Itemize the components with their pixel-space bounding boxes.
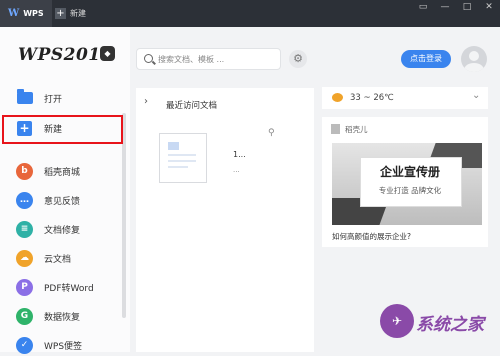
recent-doc-title[interactable]: 1... bbox=[233, 150, 246, 159]
note-icon: ✓ bbox=[16, 336, 33, 354]
sidebar-item-label: 数据恢复 bbox=[44, 312, 81, 323]
chevron-right-icon[interactable]: › bbox=[144, 96, 148, 107]
plus-icon: + bbox=[55, 8, 66, 19]
watermark: ✈ 系统之家 bbox=[380, 300, 490, 342]
restore-window-button[interactable]: ▭ bbox=[412, 0, 434, 15]
sidebar-item-label: 意见反馈 bbox=[44, 196, 81, 207]
pin-icon[interactable]: ⚲ bbox=[268, 128, 275, 138]
login-button[interactable]: 点击登录 bbox=[401, 50, 451, 68]
news-caption[interactable]: 如何高颜值的展示企业? bbox=[332, 231, 411, 242]
watermark-text: 系统之家 bbox=[416, 315, 484, 335]
search-placeholder: 搜索文档、模板 ... bbox=[158, 55, 225, 64]
banner-subtitle: 专业打造 品牌文化 bbox=[378, 186, 442, 195]
shop-icon: b bbox=[16, 162, 33, 180]
thumb-line bbox=[168, 166, 188, 168]
title-bar: W WPS + 新建 ▭ — □ ✕ bbox=[0, 0, 500, 27]
avatar[interactable] bbox=[461, 46, 487, 72]
sidebar-item-wps-note[interactable]: ✓ WPS便签 bbox=[0, 334, 128, 356]
cloud-icon: ☁ bbox=[16, 249, 33, 267]
weather-widget[interactable]: 33 ~ 26℃ ⌄ bbox=[322, 87, 488, 109]
watermark-logo-icon: ✈ bbox=[380, 304, 414, 338]
sidebar-item-label: WPS便签 bbox=[44, 341, 83, 352]
sidebar-item-label: 打开 bbox=[44, 94, 63, 105]
sidebar-item-shop[interactable]: b 稻壳商城 bbox=[0, 160, 128, 182]
tab-new[interactable]: + 新建 bbox=[55, 0, 86, 27]
tab-wps-home[interactable]: W WPS bbox=[0, 0, 52, 27]
recent-documents-panel: › 最近访问文档 ⚲ 1... ... bbox=[136, 88, 314, 352]
tab-label: WPS bbox=[23, 9, 44, 18]
news-source: 稻壳儿 bbox=[345, 125, 368, 134]
new-item-highlight bbox=[2, 115, 123, 144]
maximize-button[interactable]: □ bbox=[456, 0, 478, 15]
document-thumbnail[interactable] bbox=[159, 133, 207, 183]
news-banner-image[interactable]: 企业宣传册 专业打造 品牌文化 bbox=[332, 143, 482, 225]
sidebar-item-feedback[interactable]: … 意见反馈 bbox=[0, 189, 128, 211]
wps2019-logo: WPS2019 bbox=[18, 45, 113, 65]
sidebar-item-label: 稻壳商城 bbox=[44, 167, 81, 178]
pdf-convert-icon: P bbox=[16, 278, 33, 296]
weather-temperature: 33 ~ 26℃ bbox=[350, 93, 394, 103]
chevron-down-icon[interactable]: ⌄ bbox=[472, 90, 480, 101]
sidebar-item-open[interactable]: 打开 bbox=[0, 87, 128, 109]
sidebar-item-label: 文档修复 bbox=[44, 225, 81, 236]
sidebar-item-label: 云文档 bbox=[44, 254, 72, 265]
search-icon bbox=[144, 54, 153, 63]
thumb-line bbox=[168, 160, 196, 162]
tab-new-label: 新建 bbox=[70, 9, 86, 18]
wps-logo-icon: W bbox=[8, 8, 20, 19]
sidebar-item-pdf-to-word[interactable]: P PDF转Word bbox=[0, 276, 128, 298]
avatar-head-icon bbox=[469, 51, 479, 61]
source-icon bbox=[331, 124, 340, 134]
sidebar-item-cloud[interactable]: ☁ 云文档 bbox=[0, 247, 128, 269]
close-button[interactable]: ✕ bbox=[478, 0, 500, 15]
banner-title: 企业宣传册 bbox=[379, 165, 440, 179]
thumb-line bbox=[168, 154, 196, 156]
recover-icon: G bbox=[16, 307, 33, 325]
sidebar-item-data-recovery[interactable]: G 数据恢复 bbox=[0, 305, 128, 327]
thumb-block bbox=[168, 142, 179, 150]
weather-icon bbox=[332, 93, 343, 102]
logo-badge-icon: ◆ bbox=[100, 46, 115, 61]
recent-doc-meta: ... bbox=[233, 166, 240, 174]
sidebar-item-label: PDF转Word bbox=[44, 283, 94, 294]
sidebar-item-repair[interactable]: ≡ 文档修复 bbox=[0, 218, 128, 240]
avatar-body-icon bbox=[464, 63, 484, 72]
search-input[interactable]: 搜索文档、模板 ... bbox=[136, 48, 281, 70]
repair-icon: ≡ bbox=[16, 220, 33, 238]
recent-documents-title: 最近访问文档 bbox=[166, 101, 218, 111]
settings-gear-icon[interactable]: ⚙ bbox=[289, 50, 307, 68]
feedback-icon: … bbox=[16, 191, 33, 209]
sidebar: WPS2019 ◆ 打开 + 新建 b 稻壳商城 … 意见反馈 ≡ 文档修复 ☁… bbox=[0, 27, 130, 354]
folder-icon bbox=[17, 89, 33, 104]
news-card[interactable]: 稻壳儿 企业宣传册 专业打造 品牌文化 如何高颜值的展示企业? bbox=[322, 117, 488, 247]
minimize-button[interactable]: — bbox=[434, 0, 456, 15]
